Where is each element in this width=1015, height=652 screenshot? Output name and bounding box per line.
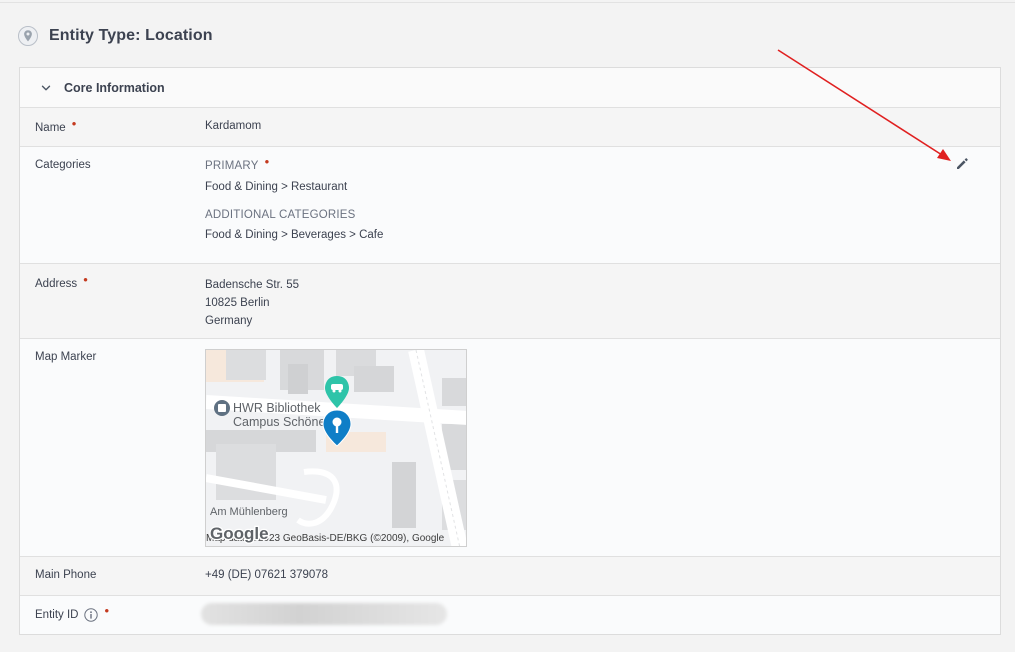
required-marker: • [264, 154, 270, 169]
field-row-main-phone[interactable]: Main Phone +49 (DE) 07621 379078 [20, 557, 1000, 596]
address-value: Badensche Str. 55 10825 Berlin Germany [205, 276, 299, 330]
top-divider [0, 2, 1015, 3]
field-row-categories[interactable]: Categories PRIMARY • Food & Dining > Res… [20, 147, 1000, 264]
location-pin-icon [18, 26, 38, 46]
entity-id-label: Entity ID [35, 608, 79, 621]
address-line-2: 10825 Berlin [205, 297, 270, 309]
field-label-categories: Categories [35, 159, 91, 171]
field-label-name: Name • [35, 116, 76, 135]
main-phone-value: +49 (DE) 07621 379078 [205, 569, 329, 581]
google-logo: Google [210, 524, 269, 543]
field-row-map-marker[interactable]: Map Marker Am Mühlenberg HWR Bibliothek … [20, 339, 1000, 557]
section-title: Core Information [64, 80, 165, 95]
section-header-core-information[interactable]: Core Information [20, 68, 1000, 108]
chevron-down-icon[interactable] [40, 82, 52, 94]
book-poi-icon [214, 400, 230, 416]
name-value: Kardamom [205, 120, 262, 132]
field-label-address: Address • [35, 272, 88, 291]
field-label-map-marker: Map Marker [35, 351, 96, 363]
map-view[interactable]: Am Mühlenberg HWR Bibliothek Campus Schö… [205, 349, 467, 547]
required-marker: • [71, 116, 77, 131]
core-information-card: Core Information Name • Kardamom Categor… [19, 67, 1001, 635]
page-header: Entity Type: Location [18, 24, 213, 48]
page-title: Entity Type: Location [49, 27, 213, 44]
categories-label: Categories [35, 159, 91, 171]
pencil-icon[interactable] [954, 156, 970, 172]
address-line-3: Germany [205, 315, 253, 327]
additional-category-value: Food & Dining > Beverages > Cafe [205, 229, 384, 241]
info-icon[interactable] [84, 607, 99, 622]
additional-categories-label: ADDITIONAL CATEGORIES [205, 209, 356, 221]
primary-category-value: Food & Dining > Restaurant [205, 181, 348, 193]
redacted-entity-id [201, 603, 447, 625]
required-marker: • [104, 603, 110, 618]
poi-label-line-1: HWR Bibliothek [233, 401, 321, 415]
required-marker: • [83, 272, 88, 287]
primary-category-label: PRIMARY [205, 159, 259, 172]
field-row-address[interactable]: Address • Badensche Str. 55 10825 Berlin… [20, 264, 1000, 339]
map-marker-label: Map Marker [35, 351, 97, 363]
field-label-entity-id: Entity ID • [35, 603, 109, 622]
address-label: Address [35, 277, 78, 290]
main-phone-label: Main Phone [35, 569, 97, 581]
street-label: Am Mühlenberg [210, 506, 288, 518]
field-row-name[interactable]: Name • Kardamom [20, 108, 1000, 147]
address-line-1: Badensche Str. 55 [205, 279, 299, 291]
field-label-main-phone: Main Phone [35, 569, 96, 581]
categories-value: PRIMARY • Food & Dining > Restaurant ADD… [205, 154, 384, 241]
name-label: Name [35, 121, 66, 134]
field-row-entity-id[interactable]: Entity ID • [20, 596, 1000, 634]
